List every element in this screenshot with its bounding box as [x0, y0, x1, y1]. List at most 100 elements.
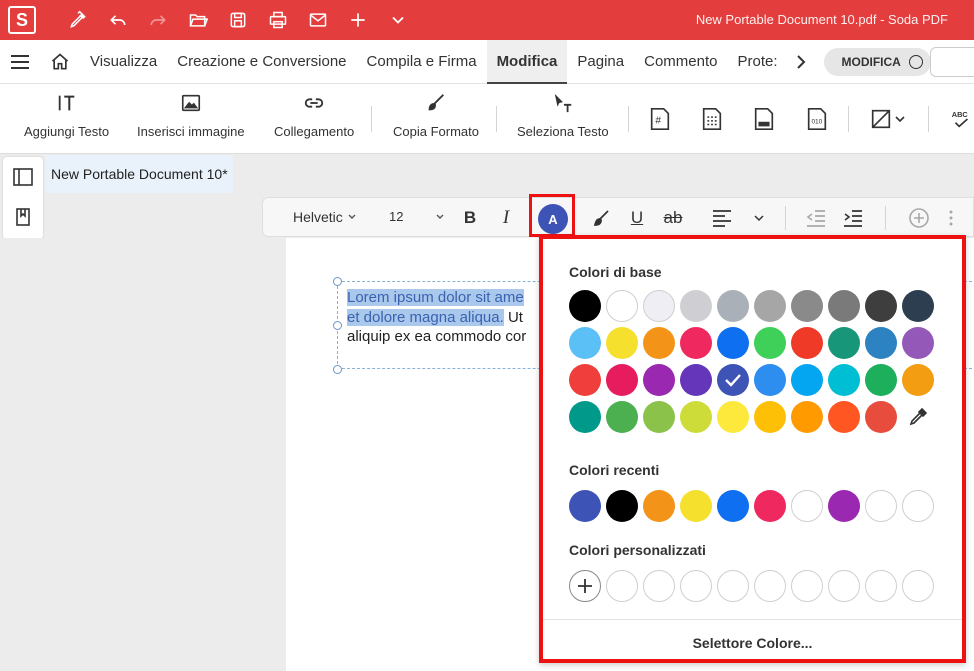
increase-indent-icon[interactable] [841, 206, 865, 230]
select-text-button[interactable]: Seleziona Testo [517, 92, 609, 139]
color-swatch[interactable] [754, 290, 786, 322]
custom-color-slot[interactable] [791, 570, 823, 602]
add-circle-icon[interactable] [907, 206, 931, 230]
color-swatch[interactable] [717, 327, 749, 359]
color-swatch[interactable] [569, 327, 601, 359]
menu-tab-modifica[interactable]: Modifica [486, 39, 568, 84]
color-swatch[interactable] [791, 401, 823, 433]
recent-color-swatch[interactable] [791, 490, 823, 522]
panel-toggle-icon[interactable] [3, 157, 43, 197]
color-swatch[interactable] [717, 401, 749, 433]
color-swatch[interactable] [902, 290, 934, 322]
color-swatch[interactable] [606, 327, 638, 359]
color-swatch[interactable] [569, 290, 601, 322]
color-swatch[interactable] [606, 401, 638, 433]
color-swatch[interactable] [902, 364, 934, 396]
watermark-icon[interactable] [868, 106, 894, 132]
bold-icon[interactable]: B [458, 206, 482, 230]
eyedropper-icon[interactable] [902, 401, 934, 433]
chevron-down-icon[interactable] [378, 0, 418, 40]
home-icon[interactable] [40, 40, 80, 84]
font-family-select[interactable]: Helvetic [293, 209, 357, 225]
color-swatch[interactable] [643, 290, 675, 322]
color-swatch[interactable] [680, 327, 712, 359]
color-swatch[interactable] [865, 327, 897, 359]
color-swatch[interactable] [754, 327, 786, 359]
color-swatch[interactable] [606, 290, 638, 322]
color-swatch[interactable] [569, 401, 601, 433]
font-size-select[interactable]: 12 [389, 209, 445, 224]
chevron-right-icon[interactable] [788, 54, 814, 70]
copy-format-button[interactable]: Copia Formato [393, 92, 479, 139]
recent-color-swatch[interactable] [717, 490, 749, 522]
resize-handle[interactable] [333, 277, 342, 286]
custom-color-slot[interactable] [865, 570, 897, 602]
chevron-down-icon[interactable] [893, 106, 907, 132]
pen-icon[interactable] [58, 0, 98, 40]
mail-icon[interactable] [298, 0, 338, 40]
app-logo[interactable]: S [8, 6, 36, 34]
color-swatch[interactable] [791, 327, 823, 359]
color-swatch[interactable] [865, 401, 897, 433]
bookmark-icon[interactable] [3, 197, 43, 237]
custom-color-slot[interactable] [902, 570, 934, 602]
color-swatch[interactable] [680, 364, 712, 396]
color-swatch[interactable] [754, 364, 786, 396]
custom-color-slot[interactable] [680, 570, 712, 602]
recent-color-swatch[interactable] [606, 490, 638, 522]
menu-tab-visualizza[interactable]: Visualizza [80, 40, 167, 84]
header-footer-icon[interactable] [751, 106, 777, 132]
decrease-indent-icon[interactable] [804, 206, 828, 230]
recent-color-swatch[interactable] [680, 490, 712, 522]
plus-icon[interactable] [338, 0, 378, 40]
menu-tab-compila-firma[interactable]: Compila e Firma [357, 40, 487, 84]
custom-color-slot[interactable] [717, 570, 749, 602]
recent-color-swatch[interactable] [902, 490, 934, 522]
custom-color-slot[interactable] [754, 570, 786, 602]
add-custom-color-button[interactable] [569, 570, 601, 602]
custom-color-slot[interactable] [643, 570, 675, 602]
add-text-button[interactable]: Aggiungi Testo [24, 92, 109, 139]
recent-color-swatch[interactable] [643, 490, 675, 522]
strikethrough-icon[interactable]: ab [661, 206, 685, 230]
color-swatch[interactable] [717, 290, 749, 322]
color-swatch[interactable] [606, 364, 638, 396]
resize-handle[interactable] [333, 321, 342, 330]
more-vertical-icon[interactable] [939, 206, 963, 230]
chevron-down-icon[interactable] [747, 206, 771, 230]
color-swatch[interactable] [680, 290, 712, 322]
color-swatch[interactable] [865, 290, 897, 322]
hamburger-menu-icon[interactable] [0, 40, 40, 84]
color-swatch[interactable] [643, 364, 675, 396]
redo-icon[interactable] [138, 0, 178, 40]
underline-icon[interactable]: U [625, 206, 649, 230]
custom-color-slot[interactable] [606, 570, 638, 602]
italic-icon[interactable]: I [494, 206, 518, 230]
print-icon[interactable] [258, 0, 298, 40]
color-swatch[interactable] [717, 364, 749, 396]
color-swatch[interactable] [643, 327, 675, 359]
menu-tab-protezione[interactable]: Prote: [727, 40, 787, 84]
save-icon[interactable] [218, 0, 258, 40]
color-swatch[interactable] [828, 364, 860, 396]
undo-icon[interactable] [98, 0, 138, 40]
color-swatch[interactable] [680, 401, 712, 433]
menu-tab-commento[interactable]: Commento [634, 40, 727, 84]
color-swatch[interactable] [865, 364, 897, 396]
color-swatch[interactable] [902, 327, 934, 359]
page-number-icon[interactable]: # [647, 106, 673, 132]
resize-handle[interactable] [333, 365, 342, 374]
menu-tab-pagina[interactable]: Pagina [567, 40, 634, 84]
highlight-icon[interactable] [589, 206, 613, 230]
recent-color-swatch[interactable] [569, 490, 601, 522]
custom-color-slot[interactable] [828, 570, 860, 602]
color-swatch[interactable] [828, 401, 860, 433]
color-swatch[interactable] [791, 364, 823, 396]
open-folder-icon[interactable] [178, 0, 218, 40]
menu-tab-creazione-conversione[interactable]: Creazione e Conversione [167, 40, 356, 84]
modifica-mode-toggle[interactable]: MODIFICA [823, 47, 931, 76]
color-swatch[interactable] [828, 290, 860, 322]
link-button[interactable]: Collegamento [274, 92, 354, 139]
recent-color-swatch[interactable] [828, 490, 860, 522]
recent-color-swatch[interactable] [754, 490, 786, 522]
